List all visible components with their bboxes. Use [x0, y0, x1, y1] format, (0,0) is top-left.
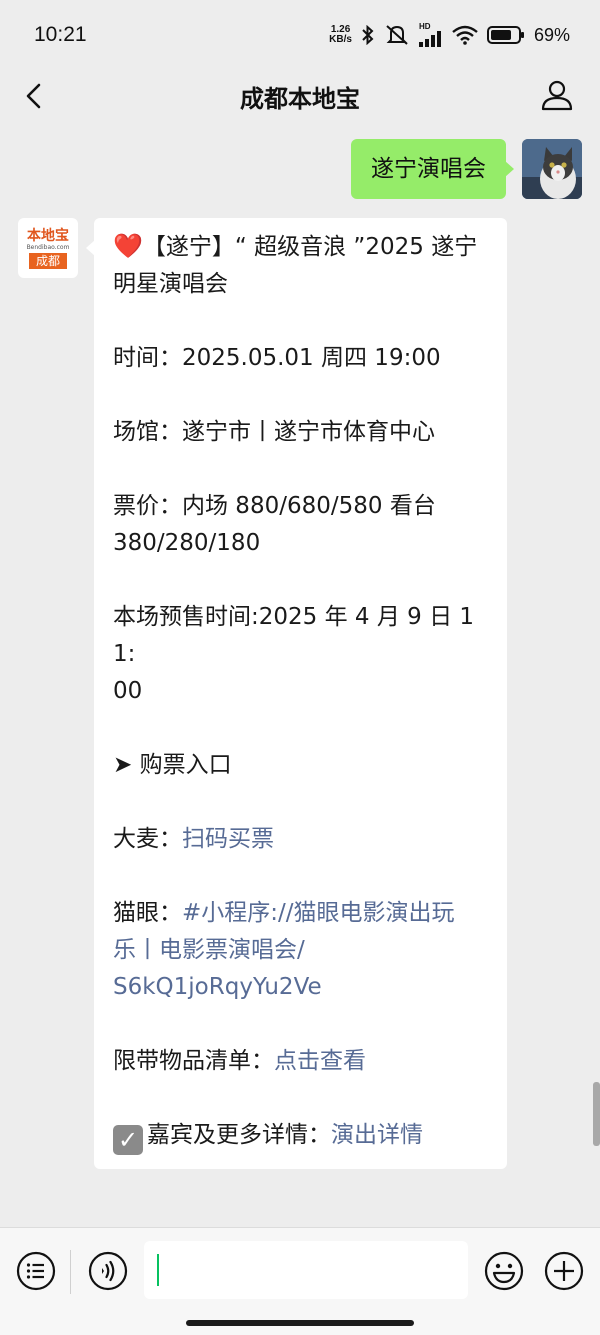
- msg-presale-line2: 00: [113, 678, 143, 704]
- checkmark-icon: ✓: [113, 1125, 143, 1155]
- official-account-avatar[interactable]: 本地宝 Bendibao.com 成都: [18, 218, 78, 278]
- maoyan-link-part2[interactable]: 乐丨电影票演唱会/: [113, 932, 489, 969]
- nav-bar: 成都本地宝: [0, 62, 600, 130]
- maoyan-link-part1[interactable]: #小程序://猫眼电影演出玩: [182, 900, 455, 926]
- damai-label: 大麦：: [113, 826, 182, 852]
- message-input[interactable]: [144, 1241, 468, 1299]
- details-link[interactable]: 演出详情: [331, 1122, 423, 1148]
- outgoing-text: 遂宁演唱会: [371, 156, 486, 182]
- battery-percent: 69%: [533, 24, 570, 45]
- wifi-icon: [452, 25, 478, 45]
- logo-city-text: 成都: [28, 252, 67, 269]
- msg-price-line1: 票价：内场 880/680/580 看台: [113, 493, 436, 519]
- input-bar: [0, 1227, 600, 1335]
- msg-items: 限带物品清单：点击查看: [113, 1043, 489, 1080]
- msg-maoyan: 猫眼：#小程序://猫眼电影演出玩: [113, 895, 489, 932]
- damai-link[interactable]: 扫码买票: [182, 826, 274, 852]
- items-label: 限带物品清单：: [113, 1048, 274, 1074]
- text-cursor: [157, 1254, 159, 1286]
- msg-time: 时间：2025.05.01 周四 19:00: [113, 345, 441, 371]
- msg-title-line1: ❤️【遂宁】“ 超级音浪 ”2025 遂宁: [113, 228, 489, 266]
- chat-title: 成都本地宝: [240, 84, 360, 113]
- msg-damai: 大麦：扫码买票: [113, 821, 489, 858]
- msg-title-text: 【遂宁】“ 超级音浪 ”2025 遂宁: [142, 234, 478, 260]
- logo-domain-text: Bendibao.com: [26, 243, 70, 251]
- items-link[interactable]: 点击查看: [274, 1048, 366, 1074]
- mute-icon: [386, 25, 408, 45]
- signal-group: HD: [418, 22, 443, 47]
- msg-price-line2: 380/280/180: [113, 530, 261, 556]
- status-bar: 10:21 1.26 KB/s HD 69%: [0, 0, 600, 70]
- heart-icon: ❤️: [113, 232, 143, 260]
- msg-details: ✓ 嘉宾及更多详情：演出详情: [113, 1117, 489, 1155]
- status-time: 10:21: [34, 23, 87, 46]
- input-bar-divider: [70, 1250, 71, 1294]
- scrollbar-thumb[interactable]: [593, 1082, 600, 1146]
- outgoing-message: 遂宁演唱会: [351, 139, 582, 199]
- status-icons: 1.26 KB/s HD 69%: [329, 23, 570, 47]
- battery-icon: [486, 26, 524, 44]
- plus-icon[interactable]: [544, 1251, 584, 1291]
- smiley-icon[interactable]: [484, 1251, 524, 1291]
- user-avatar[interactable]: [522, 139, 582, 199]
- maoyan-label: 猫眼：: [113, 900, 182, 926]
- cat-avatar-icon: [522, 139, 582, 199]
- logo-brand-text: 本地宝: [27, 227, 69, 244]
- menu-list-icon[interactable]: [16, 1251, 56, 1291]
- signal-icon: [418, 31, 441, 47]
- msg-venue: 场馆：遂宁市丨遂宁市体育中心: [113, 419, 435, 445]
- profile-icon[interactable]: [540, 78, 574, 112]
- msg-presale-line1: 本场预售时间:2025 年 4 月 9 日 11:: [113, 604, 475, 667]
- incoming-bubble: ❤️【遂宁】“ 超级音浪 ”2025 遂宁 明星演唱会 时间：2025.05.0…: [86, 218, 507, 1169]
- maoyan-link-part3[interactable]: S6kQ1joRqyYu2Ve: [113, 969, 489, 1006]
- voice-icon[interactable]: [88, 1251, 128, 1291]
- details-label: 嘉宾及更多详情：: [147, 1122, 331, 1148]
- hd-label: HD: [418, 22, 431, 31]
- back-icon[interactable]: [20, 80, 50, 112]
- home-indicator[interactable]: [186, 1320, 414, 1326]
- msg-title-line2: 明星演唱会: [113, 271, 228, 297]
- bluetooth-icon: [362, 25, 374, 45]
- network-speed-unit: KB/s: [329, 34, 352, 45]
- msg-ticket-entry: ➤ 购票入口: [113, 752, 232, 778]
- outgoing-bubble[interactable]: 遂宁演唱会: [351, 139, 514, 199]
- network-speed: 1.26 KB/s: [329, 25, 352, 45]
